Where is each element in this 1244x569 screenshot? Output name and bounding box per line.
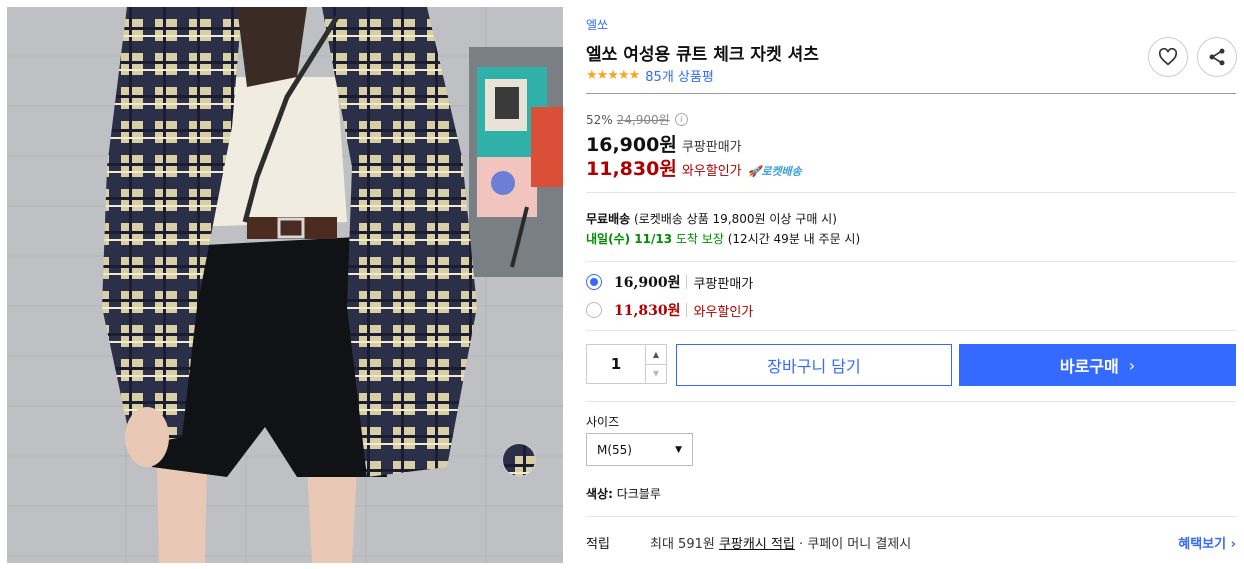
coupang-cash-link[interactable]: 쿠팡캐시 적립 [719, 537, 795, 552]
product-title: 엘쏘 여성용 큐트 체크 자켓 셔츠 [586, 45, 819, 65]
size-label: 사이즈 [586, 415, 620, 429]
divider [586, 192, 1236, 193]
wow-price-label: 와우할인가 [681, 164, 742, 179]
rating-row: ★★★★★ 85개 상품평 [586, 66, 714, 85]
brand-link[interactable]: 엘쏘 [586, 16, 608, 33]
price-option-sale[interactable]: 16,900원 쿠팡판매가 [586, 272, 753, 292]
separator [686, 275, 688, 289]
heart-icon [1158, 48, 1178, 66]
sale-price-label: 쿠팡판매가 [681, 140, 742, 155]
arrival-note: (12시간 49분 내 주문 시) [727, 232, 861, 246]
arrival-date: 내일(수) 11/13 [586, 232, 673, 246]
increase-icon[interactable]: ▲ [646, 345, 666, 364]
separator [686, 303, 688, 317]
wow-price: 11,830원 [586, 158, 677, 180]
buy-now-label: 바로구매 [1059, 357, 1119, 376]
free-shipping-label: 무료배송 [586, 212, 631, 226]
arrival-info: 내일(수) 11/13 도착 보장 (12시간 49분 내 주문 시) [586, 230, 860, 247]
points-suffix: · 쿠페이 머니 결제시 [799, 537, 912, 552]
option-label: 와우할인가 [693, 304, 754, 320]
share-icon [1209, 48, 1225, 66]
radio-selected[interactable] [586, 274, 602, 290]
rating-stars-icon: ★★★★★ [586, 68, 640, 83]
wow-price-row: 11,830원 와우할인가 🚀로켓배송 [586, 154, 802, 181]
arrival-suffix: 도착 보장 [675, 232, 724, 246]
quantity-arrows: ▲ ▼ [645, 345, 666, 383]
size-value: M(55) [597, 442, 632, 457]
product-image[interactable] [7, 7, 563, 563]
quantity-stepper[interactable]: 1 ▲ ▼ [586, 344, 667, 384]
option-price: 11,830원 [614, 303, 681, 319]
discount-row: 52% 24,900원 i [586, 111, 688, 128]
divider [586, 516, 1236, 517]
divider [586, 401, 1236, 402]
points-desc: 최대 591원 쿠팡캐시 적립 · 쿠페이 머니 결제시 [650, 533, 911, 552]
discount-rate: 52% [586, 112, 613, 127]
chevron-right-icon: › [1128, 355, 1136, 375]
quantity-input[interactable]: 1 [587, 345, 645, 383]
sale-price-row: 16,900원 쿠팡판매가 [586, 130, 742, 157]
color-value: 다크블루 [616, 487, 661, 501]
size-select[interactable]: M(55) ▼ [586, 433, 693, 466]
wishlist-button[interactable] [1148, 37, 1188, 77]
divider [586, 261, 1236, 262]
option-label: 쿠팡판매가 [693, 276, 754, 292]
divider [586, 330, 1236, 331]
sale-price: 16,900원 [586, 134, 677, 156]
points-max: 최대 591원 [650, 537, 715, 552]
add-to-cart-button[interactable]: 장바구니 담기 [676, 344, 952, 386]
decrease-icon[interactable]: ▼ [646, 363, 666, 384]
color-row: 색상: 다크블루 [586, 485, 661, 502]
free-shipping-desc: (로켓배송 상품 19,800원 이상 구매 시) [634, 212, 837, 226]
shipping-fee: 무료배송 (로켓배송 상품 19,800원 이상 구매 시) [586, 210, 837, 227]
share-button[interactable] [1197, 37, 1237, 77]
points-label: 적립 [586, 537, 610, 552]
benefits-link[interactable]: 혜택보기 › [1178, 533, 1236, 552]
color-label: 색상: [586, 487, 613, 501]
caret-down-icon: ▼ [675, 444, 682, 455]
rocket-delivery-badge: 🚀로켓배송 [747, 165, 802, 178]
radio-unselected[interactable] [586, 302, 602, 318]
original-price: 24,900원 [616, 113, 670, 127]
price-option-wow[interactable]: 11,830원 와우할인가 [586, 300, 753, 320]
color-swatch[interactable] [502, 443, 536, 477]
info-icon[interactable]: i [674, 113, 688, 126]
divider [586, 93, 1236, 94]
option-price: 16,900원 [614, 275, 681, 291]
buy-now-button[interactable]: 바로구매 › [959, 344, 1236, 386]
review-count-link[interactable]: 85개 상품평 [645, 66, 714, 85]
